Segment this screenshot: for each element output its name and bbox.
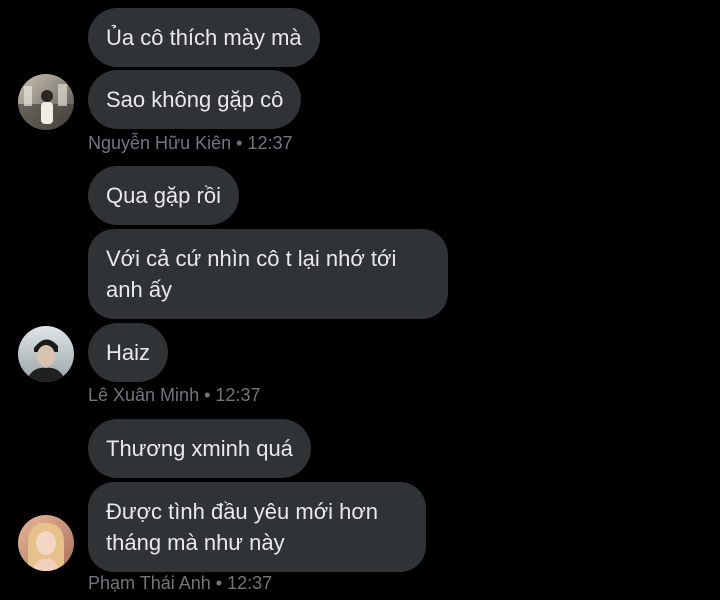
sender-name[interactable]: Nguyễn Hữu Kiên: [88, 133, 231, 153]
message-bubble[interactable]: Được tình đầu yêu mới hơn tháng mà như n…: [88, 482, 426, 572]
avatar-photo-icon: [18, 74, 74, 130]
message-bubble[interactable]: Với cả cứ nhìn cô t lại nhớ tới anh ấy: [88, 229, 448, 319]
meta-separator: •: [204, 385, 211, 405]
sender-name[interactable]: Phạm Thái Anh: [88, 573, 211, 593]
message-bubble[interactable]: Sao không gặp cô: [88, 70, 302, 129]
message-bubble[interactable]: Ủa cô thích mày mà: [88, 8, 320, 67]
meta-separator: •: [236, 133, 243, 153]
timestamp: 12:37: [247, 133, 293, 153]
message-meta: Phạm Thái Anh • 12:37: [88, 572, 272, 594]
message-meta: Lê Xuân Minh • 12:37: [88, 384, 260, 406]
meta-separator: •: [215, 573, 223, 593]
message-bubble[interactable]: Thương xminh quá: [88, 419, 311, 478]
avatar[interactable]: [18, 326, 74, 382]
message-meta: Nguyễn Hữu Kiên • 12:37: [88, 132, 293, 154]
timestamp: 12:37: [215, 385, 261, 405]
timestamp: 12:37: [227, 573, 273, 593]
message-bubble[interactable]: Haiz: [88, 323, 169, 382]
avatar[interactable]: [18, 74, 74, 130]
sender-name[interactable]: Lê Xuân Minh: [88, 385, 199, 405]
avatar-photo-icon: [18, 326, 74, 382]
message-bubble[interactable]: Qua gặp rồi: [88, 166, 239, 225]
avatar-photo-icon: [18, 515, 74, 571]
avatar[interactable]: [18, 515, 74, 571]
